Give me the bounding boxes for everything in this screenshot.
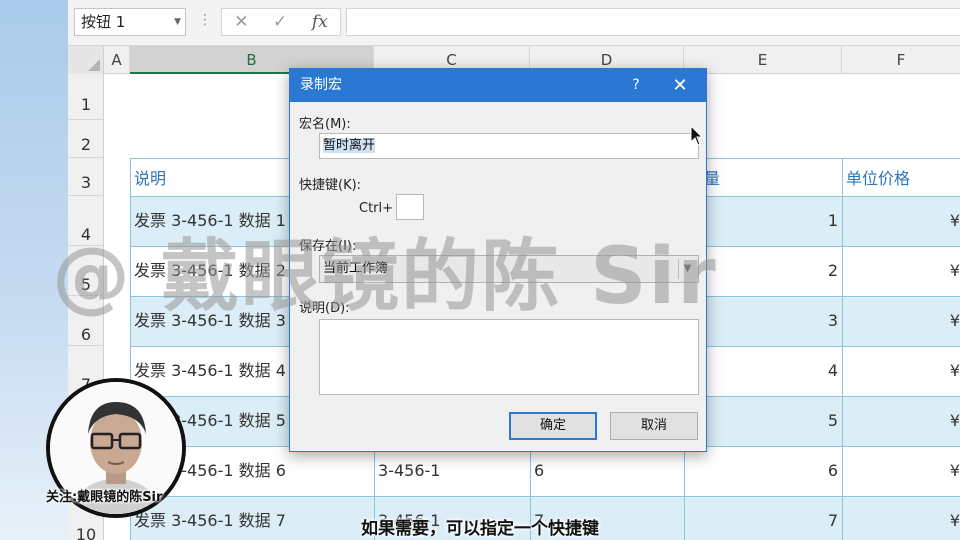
table-header-description[interactable]: 说明 (134, 154, 166, 198)
table-cell-unit-price[interactable]: ¥ (846, 446, 960, 496)
macro-name-label: 宏名(M): (299, 117, 351, 132)
more-options-icon[interactable]: ⋮ (198, 12, 212, 28)
name-box[interactable]: 按钮 1 ▼ (74, 8, 186, 36)
description-label: 说明(D): (299, 301, 350, 316)
row-header-1[interactable]: 1 (68, 74, 104, 120)
shortcut-label: 快捷键(K): (299, 178, 362, 193)
cancel-icon[interactable]: ✕ (234, 12, 248, 32)
formula-buttons: ✕ ✓ fx (221, 8, 341, 36)
chevron-down-icon[interactable]: ▼ (174, 9, 181, 35)
mouse-pointer-icon (690, 125, 704, 146)
store-in-select[interactable]: 当前工作簿 ▼ (319, 255, 699, 283)
table-header-unit-price[interactable]: 单位价格 (846, 154, 910, 198)
column-header-e[interactable]: E (684, 46, 842, 74)
insert-function-icon[interactable]: fx (312, 12, 328, 32)
ok-button[interactable]: 确定 (509, 412, 597, 440)
close-icon[interactable]: ✕ (666, 69, 694, 102)
store-in-label: 保存在(I): (299, 239, 357, 254)
table-cell-quantity[interactable]: 6 (704, 446, 838, 496)
help-icon[interactable]: ? (624, 69, 648, 102)
row-header-5[interactable]: 5 (68, 246, 104, 296)
check-icon[interactable]: ✓ (273, 12, 287, 32)
ctrl-label: Ctrl+ (359, 201, 394, 216)
table-cell-invoice[interactable]: 3-456-1 (378, 446, 440, 496)
description-textarea[interactable] (319, 319, 699, 395)
table-cell-description[interactable]: 发票 3-456-1 数据 1 (134, 196, 286, 246)
record-macro-dialog: 录制宏 ? ✕ 宏名(M): 暂时离开 快捷键(K): Ctrl+ 保存在(I)… (289, 68, 707, 452)
table-cell-unit-price[interactable]: ¥ (846, 396, 960, 446)
table-cell-unit-price[interactable]: ¥ (846, 246, 960, 296)
table-cell-quantity[interactable]: 4 (704, 346, 838, 396)
name-box-value: 按钮 1 (81, 13, 126, 31)
column-header-f[interactable]: F (842, 46, 960, 74)
row-header-4[interactable]: 4 (68, 196, 104, 246)
table-cell-unit-price[interactable]: ¥ (846, 296, 960, 346)
table-cell-description[interactable]: 发票 3-456-1 数据 4 (134, 346, 286, 396)
table-cell-unit-price[interactable]: ¥ (846, 196, 960, 246)
macro-name-input[interactable]: 暂时离开 (319, 133, 699, 159)
row-header-3[interactable]: 3 (68, 158, 104, 196)
table-cell-item[interactable]: 6 (534, 446, 544, 496)
table-border (842, 158, 843, 540)
formula-input[interactable] (346, 8, 960, 36)
row-header-6[interactable]: 6 (68, 296, 104, 346)
table-cell-description[interactable]: 发票 3-456-1 数据 3 (134, 296, 286, 346)
presenter-label: 关注:戴眼镜的陈Sir (46, 490, 163, 505)
table-cell-quantity[interactable]: 3 (704, 296, 838, 346)
chevron-down-icon[interactable]: ▼ (678, 259, 696, 279)
row-header-2[interactable]: 2 (68, 120, 104, 158)
table-cell-description[interactable]: 发票 3-456-1 数据 2 (134, 246, 286, 296)
cancel-button[interactable]: 取消 (610, 412, 698, 440)
video-subtitle: 如果需要，可以指定一个快捷键 (361, 519, 599, 539)
shortcut-key-input[interactable] (396, 194, 424, 220)
column-header-a[interactable]: A (104, 46, 130, 74)
table-cell-quantity[interactable]: 1 (704, 196, 838, 246)
macro-name-value: 暂时离开 (323, 138, 376, 153)
formula-bar: 按钮 1 ▼ ⋮ ✕ ✓ fx (68, 0, 960, 46)
select-all-corner[interactable] (68, 46, 104, 74)
table-cell-quantity[interactable]: 2 (704, 246, 838, 296)
table-cell-quantity[interactable]: 5 (704, 396, 838, 446)
table-cell-unit-price[interactable]: ¥ (846, 346, 960, 396)
store-in-value: 当前工作簿 (323, 261, 389, 276)
